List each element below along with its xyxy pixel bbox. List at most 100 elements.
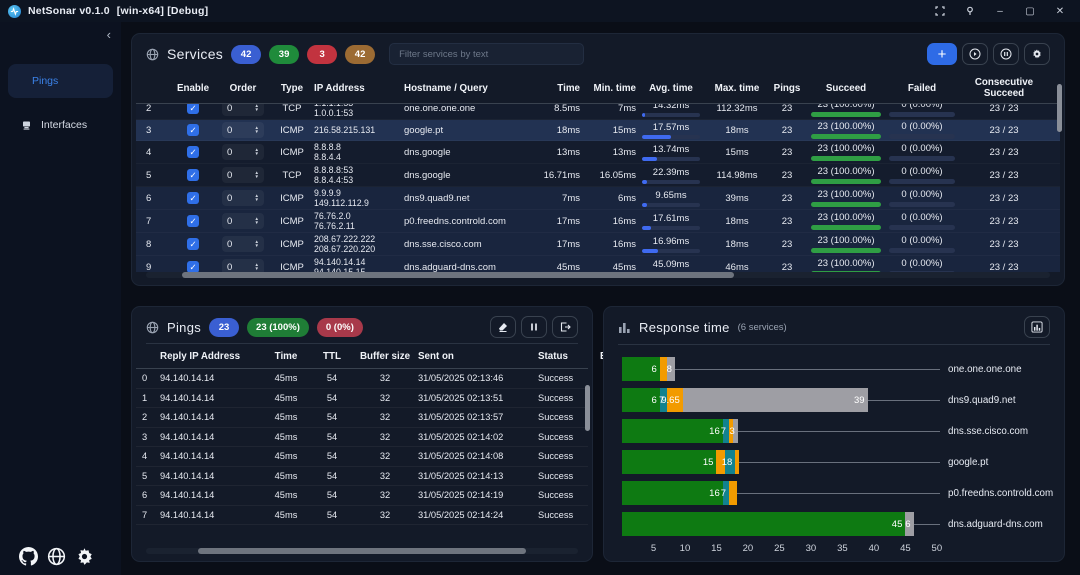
service-row[interactable]: 9✓0▲▼ICMP94.140.14.1494.140.15.15dns.adg… bbox=[136, 256, 1060, 272]
order-stepper[interactable]: 0▲▼ bbox=[222, 144, 264, 160]
bar-segment-max: 6 bbox=[905, 512, 913, 536]
x-axis-tick: 10 bbox=[680, 543, 691, 554]
pause-ping-list-button[interactable] bbox=[521, 316, 547, 338]
sidebar-collapse-icon[interactable]: ‹ bbox=[107, 30, 111, 40]
pings-failed-badge: 0 (0%) bbox=[317, 318, 363, 337]
chart-bar-row[interactable]: 1673dns.sse.cisco.com bbox=[622, 419, 1050, 443]
filter-services-input[interactable] bbox=[389, 43, 584, 65]
enable-checkbox[interactable]: ✓ bbox=[187, 169, 199, 181]
ping-row[interactable]: 094.140.14.1445ms543231/05/2025 02:13:46… bbox=[136, 369, 588, 389]
enable-checkbox[interactable]: ✓ bbox=[187, 146, 199, 158]
clear-pings-button[interactable] bbox=[490, 316, 516, 338]
chart-bar-label: dns9.quad9.net bbox=[940, 395, 1062, 406]
order-stepper[interactable]: 0▲▼ bbox=[222, 190, 264, 206]
col-avg-time[interactable]: Avg. time bbox=[636, 83, 706, 94]
bar-segment-min: 6 bbox=[622, 357, 660, 381]
pin-icon[interactable] bbox=[964, 5, 976, 17]
pings-vertical-scrollbar[interactable] bbox=[585, 385, 590, 431]
col-succeed[interactable]: Succeed bbox=[806, 83, 886, 94]
enable-checkbox[interactable]: ✓ bbox=[187, 124, 199, 136]
enable-checkbox[interactable]: ✓ bbox=[187, 261, 199, 272]
order-stepper[interactable]: 0▲▼ bbox=[222, 122, 264, 138]
col-ip[interactable]: IP Address bbox=[314, 83, 404, 94]
col-reply-ip[interactable]: Reply IP Address bbox=[160, 351, 260, 362]
col-min-time[interactable]: Min. time bbox=[580, 83, 636, 94]
export-pings-button[interactable] bbox=[552, 316, 578, 338]
col-sent-on[interactable]: Sent on bbox=[418, 351, 538, 362]
services-title: Services bbox=[167, 46, 223, 62]
ip-address-cell: 208.67.222.222208.67.220.220 bbox=[314, 234, 404, 254]
pings-horizontal-scrollbar[interactable] bbox=[146, 548, 578, 554]
minimize-button[interactable]: – bbox=[994, 5, 1006, 17]
services-settings-button[interactable] bbox=[1024, 43, 1050, 65]
maximize-button[interactable]: ▢ bbox=[1024, 5, 1036, 17]
col-status[interactable]: Status bbox=[538, 351, 600, 362]
website-globe-icon[interactable] bbox=[46, 546, 67, 567]
enable-checkbox[interactable]: ✓ bbox=[187, 192, 199, 204]
github-icon[interactable] bbox=[18, 546, 39, 567]
failed-cell: 0 (0.00%) bbox=[886, 121, 958, 139]
order-stepper[interactable]: 0▲▼ bbox=[222, 213, 264, 229]
pings-globe-icon bbox=[146, 321, 159, 334]
start-pings-button[interactable] bbox=[962, 43, 988, 65]
enable-checkbox[interactable]: ✓ bbox=[187, 104, 199, 114]
col-type[interactable]: Type bbox=[270, 83, 314, 94]
ping-row[interactable]: 194.140.14.1445ms543231/05/2025 02:13:51… bbox=[136, 389, 588, 409]
chart-bar-row[interactable]: 1518google.pt bbox=[622, 450, 1050, 474]
service-row[interactable]: 2✓0▲▼TCP1.1.1.1:531.0.0.1:53one.one.one.… bbox=[136, 104, 1060, 120]
settings-gear-icon[interactable] bbox=[74, 546, 95, 567]
hostname-cell: dns9.quad9.net bbox=[404, 193, 524, 204]
chart-x-axis: 5101520253035404550 bbox=[622, 543, 940, 557]
pings-title: Pings bbox=[167, 320, 201, 335]
col-pings[interactable]: Pings bbox=[768, 83, 806, 94]
ip-address-cell: 8.8.8.88.8.4.4 bbox=[314, 142, 404, 162]
ping-row[interactable]: 694.140.14.1445ms543231/05/2025 02:14:19… bbox=[136, 486, 588, 506]
order-stepper[interactable]: 0▲▼ bbox=[222, 236, 264, 252]
services-horizontal-scrollbar[interactable] bbox=[146, 272, 1050, 278]
hostname-cell: dns.sse.cisco.com bbox=[404, 239, 524, 250]
ping-row[interactable]: 594.140.14.1445ms543231/05/2025 02:14:13… bbox=[136, 467, 588, 487]
service-row[interactable]: 5✓0▲▼TCP8.8.8.8:538.8.4.4:53dns.google16… bbox=[136, 164, 1060, 187]
service-row[interactable]: 4✓0▲▼ICMP8.8.8.88.8.4.4dns.google13ms13m… bbox=[136, 141, 1060, 164]
col-ttl[interactable]: TTL bbox=[312, 351, 352, 362]
chart-bar-row[interactable]: 679.6539dns9.quad9.net bbox=[622, 388, 1050, 412]
ping-row[interactable]: 794.140.14.1445ms543231/05/2025 02:14:24… bbox=[136, 506, 588, 526]
chart-bar-row[interactable]: 456dns.adguard-dns.com bbox=[622, 512, 1050, 536]
pause-pings-button[interactable] bbox=[993, 43, 1019, 65]
avg-time-cell: 17.57ms bbox=[636, 122, 706, 139]
service-row[interactable]: 7✓0▲▼ICMP76.76.2.076.76.2.11p0.freedns.c… bbox=[136, 210, 1060, 233]
order-stepper[interactable]: 0▲▼ bbox=[222, 167, 264, 183]
service-row[interactable]: 3✓0▲▼ICMP216.58.215.131google.pt18ms15ms… bbox=[136, 120, 1060, 141]
col-buffer-size[interactable]: Buffer size bbox=[352, 351, 418, 362]
fullscreen-icon[interactable] bbox=[934, 5, 946, 17]
sidebar-item-interfaces[interactable]: Interfaces bbox=[8, 108, 113, 142]
enable-checkbox[interactable]: ✓ bbox=[187, 238, 199, 250]
service-row[interactable]: 6✓0▲▼ICMP9.9.9.9149.112.112.9dns9.quad9.… bbox=[136, 187, 1060, 210]
ping-row[interactable]: 394.140.14.1445ms543231/05/2025 02:14:02… bbox=[136, 428, 588, 448]
hostname-cell: dns.google bbox=[404, 170, 524, 181]
enable-checkbox[interactable]: ✓ bbox=[187, 215, 199, 227]
x-axis-tick: 40 bbox=[869, 543, 880, 554]
sidebar-item-label: Interfaces bbox=[41, 119, 87, 131]
col-consecutive-succeed[interactable]: Consecutive Succeed bbox=[958, 77, 1050, 99]
ping-row[interactable]: 294.140.14.1445ms543231/05/2025 02:13:57… bbox=[136, 408, 588, 428]
services-vertical-scrollbar[interactable] bbox=[1057, 84, 1062, 132]
col-order[interactable]: Order bbox=[216, 83, 270, 94]
service-row[interactable]: 8✓0▲▼ICMP208.67.222.222208.67.220.220dns… bbox=[136, 233, 1060, 256]
order-stepper[interactable]: 0▲▼ bbox=[222, 259, 264, 272]
col-ping-time[interactable]: Time bbox=[260, 351, 312, 362]
hostname-cell: p0.freedns.controld.com bbox=[404, 216, 524, 227]
chart-bar-row[interactable]: 68one.one.one.one bbox=[622, 357, 1050, 381]
col-max-time[interactable]: Max. time bbox=[706, 83, 768, 94]
col-enable[interactable]: Enable bbox=[170, 83, 216, 94]
col-time[interactable]: Time bbox=[524, 83, 580, 94]
col-hostname[interactable]: Hostname / Query bbox=[404, 83, 524, 94]
order-stepper[interactable]: 0▲▼ bbox=[222, 104, 264, 116]
chart-bar-row[interactable]: 167p0.freedns.controld.com bbox=[622, 481, 1050, 505]
col-failed[interactable]: Failed bbox=[886, 83, 958, 94]
chart-options-button[interactable] bbox=[1024, 316, 1050, 338]
ping-row[interactable]: 494.140.14.1445ms543231/05/2025 02:14:08… bbox=[136, 447, 588, 467]
close-button[interactable]: ✕ bbox=[1054, 5, 1066, 17]
add-service-button[interactable]: + bbox=[927, 43, 957, 65]
sidebar-item-pings[interactable]: Pings bbox=[8, 64, 113, 98]
